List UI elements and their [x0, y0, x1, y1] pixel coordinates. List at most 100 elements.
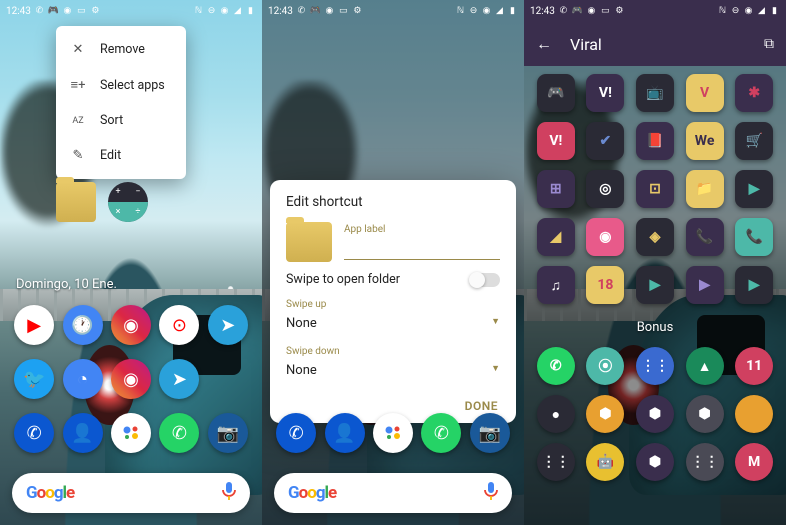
open-external-icon[interactable]: ⧉ — [764, 36, 774, 52]
app-label-input[interactable] — [344, 238, 500, 260]
pack-icon[interactable]: V! — [586, 74, 624, 112]
youtube-icon[interactable]: ▶ — [14, 305, 54, 345]
wifi-icon: ◉ — [481, 6, 492, 17]
bonus-icon[interactable]: 🤖 — [586, 443, 624, 481]
mic-icon[interactable] — [222, 482, 236, 504]
mic-icon[interactable] — [484, 482, 498, 504]
camera-icon[interactable]: 📷 — [470, 413, 510, 453]
google-logo: Google — [26, 483, 74, 503]
bonus-icon[interactable]: ▲ — [686, 347, 724, 385]
assistant-icon[interactable] — [373, 413, 413, 453]
bonus-icon[interactable]: ⬢ — [686, 395, 724, 433]
phone-screen-2: 12:43 ✆ 🎮 ◉ ▭ ⚙ ℕ ⊖ ◉ ◢ ▮ Edit shortcut … — [262, 0, 524, 525]
whatsapp-icon: ✆ — [558, 6, 569, 17]
bonus-icon[interactable]: ⬢ — [636, 395, 674, 433]
calculator-icon[interactable]: +−×÷ — [108, 182, 148, 222]
bonus-icon[interactable]: ● — [537, 395, 575, 433]
app-icon[interactable]: ◔ — [63, 359, 103, 399]
pack-icon[interactable]: 📞 — [735, 218, 773, 256]
controller-icon: 🎮 — [572, 6, 583, 17]
swipe-down-caption: Swipe down — [286, 346, 500, 357]
pack-icon[interactable]: ▶ — [636, 266, 674, 304]
pack-icon[interactable]: ✱ — [735, 74, 773, 112]
pack-icon[interactable]: V — [686, 74, 724, 112]
icon-pack-grid[interactable]: 🎮V!📺V✱V!✔📕We🛒⊞◎⊡📁▶◢◉◈📞📞♫18▶▶▶Bonus✆⦿⋮⋮▲1… — [524, 66, 786, 489]
instagram-icon: ◉ — [62, 6, 73, 17]
bonus-icon[interactable] — [735, 395, 773, 433]
pack-icon[interactable]: We — [686, 122, 724, 160]
instagram-icon: ◉ — [324, 6, 335, 17]
back-button[interactable]: ← — [536, 34, 552, 54]
pack-icon[interactable]: ◢ — [537, 218, 575, 256]
pack-icon[interactable]: 📞 — [686, 218, 724, 256]
pack-icon[interactable]: V! — [537, 122, 575, 160]
bonus-icon[interactable]: 11 — [735, 347, 773, 385]
menu-select-apps[interactable]: ≡+ Select apps — [56, 67, 186, 103]
instagram-icon[interactable]: ◉ — [111, 305, 151, 345]
swipe-up-select[interactable]: None — [286, 312, 500, 336]
phone-icon[interactable]: ✆ — [14, 413, 54, 453]
telegram-alt-icon[interactable]: ➤ — [159, 359, 199, 399]
dnd-icon: ⊖ — [730, 6, 741, 17]
edit-shortcut-dialog: Edit shortcut App label Swipe to open fo… — [270, 180, 516, 423]
settings-icon: ⚙ — [90, 6, 101, 17]
assistant-icon[interactable] — [111, 413, 151, 453]
app-label-caption: App label — [344, 224, 500, 235]
bonus-icon[interactable]: ⦿ — [586, 347, 624, 385]
telegram-icon[interactable]: ➤ — [208, 305, 248, 345]
bonus-icon[interactable]: ⬢ — [586, 395, 624, 433]
bonus-icon[interactable]: ✆ — [537, 347, 575, 385]
app-dock: ✆ 👤 ✆ 📷 — [262, 413, 524, 467]
pack-icon[interactable]: 18 — [586, 266, 624, 304]
date-widget[interactable]: Domingo, 10 Ene. — [16, 277, 117, 292]
swipe-open-toggle[interactable] — [470, 273, 500, 287]
pack-icon[interactable]: ▶ — [686, 266, 724, 304]
nfc-icon: ℕ — [193, 6, 204, 17]
clock-icon[interactable]: 🕐 — [63, 305, 103, 345]
pack-icon[interactable]: ◎ — [586, 170, 624, 208]
wifi-icon: ◉ — [743, 6, 754, 17]
youtube-music-icon[interactable]: ⊙ — [159, 305, 199, 345]
twitter-icon[interactable]: 🐦 — [14, 359, 54, 399]
search-bar[interactable]: Google — [274, 473, 512, 513]
pencil-icon: ✎ — [70, 148, 86, 163]
search-bar[interactable]: Google — [12, 473, 250, 513]
pack-icon[interactable]: 🛒 — [735, 122, 773, 160]
menu-sort[interactable]: AZ Sort — [56, 103, 186, 138]
swipe-down-select[interactable]: None — [286, 359, 500, 383]
pack-icon[interactable]: 🎮 — [537, 74, 575, 112]
sort-icon: AZ — [70, 116, 86, 126]
menu-edit[interactable]: ✎ Edit — [56, 138, 186, 173]
bonus-icon[interactable]: ⋮⋮ — [686, 443, 724, 481]
pack-icon[interactable]: 📁 — [686, 170, 724, 208]
bonus-icon[interactable]: ⬢ — [636, 443, 674, 481]
bonus-icon[interactable]: ⋮⋮ — [537, 443, 575, 481]
bonus-icon[interactable]: M — [735, 443, 773, 481]
status-time: 12:43 — [6, 6, 31, 17]
signal-icon: ◢ — [494, 6, 505, 17]
pack-icon[interactable]: ▶ — [735, 170, 773, 208]
pack-icon[interactable]: ⊡ — [636, 170, 674, 208]
contacts-icon[interactable]: 👤 — [63, 413, 103, 453]
controller-icon: 🎮 — [48, 6, 59, 17]
pack-icon[interactable]: 📕 — [636, 122, 674, 160]
pack-icon[interactable]: ⊞ — [537, 170, 575, 208]
pack-icon[interactable]: ◈ — [636, 218, 674, 256]
done-button[interactable]: DONE — [286, 393, 500, 413]
pack-icon[interactable]: ◉ — [586, 218, 624, 256]
pack-icon[interactable]: 📺 — [636, 74, 674, 112]
google-logo: Google — [288, 483, 336, 503]
whatsapp-icon[interactable]: ✆ — [159, 413, 199, 453]
phone-icon[interactable]: ✆ — [276, 413, 316, 453]
menu-remove[interactable]: ✕ Remove — [56, 32, 186, 67]
pack-icon[interactable]: ✔ — [586, 122, 624, 160]
contacts-icon[interactable]: 👤 — [325, 413, 365, 453]
whatsapp-icon[interactable]: ✆ — [421, 413, 461, 453]
bonus-icon[interactable]: ⋮⋮ — [636, 347, 674, 385]
pack-icon[interactable]: ▶ — [735, 266, 773, 304]
instagram-alt-icon[interactable]: ◉ — [111, 359, 151, 399]
nfc-icon: ℕ — [717, 6, 728, 17]
folder-icon[interactable] — [56, 182, 96, 222]
pack-icon[interactable]: ♫ — [537, 266, 575, 304]
camera-icon[interactable]: 📷 — [208, 413, 248, 453]
